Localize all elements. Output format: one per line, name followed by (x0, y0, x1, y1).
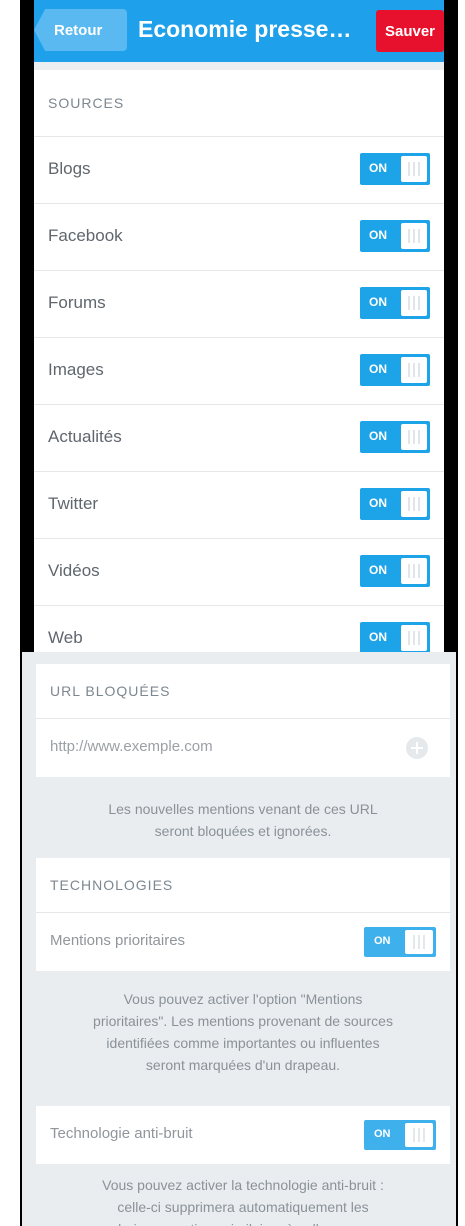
source-row-actualites: Actualités ON (34, 405, 444, 472)
blocked-url-section-header: URL BLOQUÉES (36, 664, 450, 719)
sources-group: SOURCES Blogs ON Facebook ON Forums ON I… (34, 70, 444, 652)
twitter-toggle[interactable]: ON (360, 488, 430, 520)
back-button[interactable]: Retour (34, 9, 127, 51)
back-button-label: Retour (54, 22, 103, 39)
source-row-blogs: Blogs ON (34, 137, 444, 204)
technologies-section-header: TECHNOLOGIES (36, 858, 450, 913)
toggle-state: ON (369, 295, 387, 309)
toggle-knob-icon (401, 156, 427, 182)
source-label: Images (48, 360, 104, 379)
source-row-facebook: Facebook ON (34, 204, 444, 271)
save-button[interactable]: Sauver (376, 10, 444, 52)
blocked-url-note: Les nouvelles mentions venant de ces URL… (108, 801, 378, 839)
technologies-card: TECHNOLOGIES Mentions prioritaires ON (36, 858, 450, 971)
blocked-url-input-row[interactable]: http://www.exemple.com (36, 719, 450, 777)
source-row-twitter: Twitter ON (34, 472, 444, 539)
source-row-web: Web ON (34, 606, 444, 652)
toggle-knob-icon (401, 558, 427, 584)
add-url-icon[interactable] (406, 737, 428, 759)
source-row-forums: Forums ON (34, 271, 444, 338)
blocked-url-input[interactable]: http://www.exemple.com (50, 738, 213, 755)
toggle-state: ON (369, 496, 387, 510)
source-label: Actualités (48, 427, 122, 446)
source-row-videos: Vidéos ON (34, 539, 444, 606)
settings-content: SOURCES Blogs ON Facebook ON Forums ON I… (34, 62, 444, 652)
toggle-knob-icon (405, 930, 433, 954)
facebook-toggle[interactable]: ON (360, 220, 430, 252)
toggle-state: ON (374, 1128, 391, 1140)
antinoise-card: Technologie anti-bruit ON (36, 1106, 450, 1164)
source-label: Blogs (48, 159, 91, 178)
forums-toggle[interactable]: ON (360, 287, 430, 319)
source-label: Web (48, 628, 83, 647)
toggle-state: ON (369, 161, 387, 175)
source-label: Vidéos (48, 561, 100, 580)
sources-section-header: SOURCES (34, 70, 444, 137)
source-label: Facebook (48, 226, 123, 245)
toggle-state: ON (369, 563, 387, 577)
toggle-knob-icon (401, 357, 427, 383)
technologies-screen: URL BLOQUÉES http://www.exemple.com Les … (20, 652, 458, 1226)
images-toggle[interactable]: ON (360, 354, 430, 386)
priority-mentions-row: Mentions prioritaires ON (36, 913, 450, 971)
source-label: Twitter (48, 494, 99, 513)
antinoise-note: Vous pouvez activer la technologie anti-… (91, 1177, 395, 1226)
actualites-toggle[interactable]: ON (360, 421, 430, 453)
page-title: Economie presse… (138, 16, 352, 42)
toggle-state: ON (369, 429, 387, 443)
priority-mentions-label: Mentions prioritaires (50, 932, 186, 949)
videos-toggle[interactable]: ON (360, 555, 430, 587)
priority-mentions-note: Vous pouvez activer l'option "Mentions p… (93, 991, 393, 1073)
priority-mentions-toggle[interactable]: ON (364, 927, 436, 957)
toggle-knob-icon (401, 290, 427, 316)
source-label: Forums (48, 293, 106, 312)
antinoise-toggle[interactable]: ON (364, 1120, 436, 1150)
toggle-knob-icon (401, 625, 427, 651)
web-toggle[interactable]: ON (360, 622, 430, 652)
toggle-state: ON (374, 935, 391, 947)
toggle-knob-icon (401, 424, 427, 450)
toggle-knob-icon (401, 491, 427, 517)
antinoise-label: Technologie anti-bruit (50, 1125, 193, 1142)
blocked-url-card: URL BLOQUÉES http://www.exemple.com (36, 664, 450, 777)
toggle-knob-icon (401, 223, 427, 249)
toggle-state: ON (369, 630, 387, 644)
source-row-images: Images ON (34, 338, 444, 405)
toggle-state: ON (369, 362, 387, 376)
toggle-state: ON (369, 228, 387, 242)
blogs-toggle[interactable]: ON (360, 153, 430, 185)
settings-content: URL BLOQUÉES http://www.exemple.com Les … (22, 652, 456, 1226)
navigation-bar: Retour Economie presse… Sauver (34, 0, 444, 62)
sources-screen: Retour Economie presse… Sauver SOURCES B… (20, 0, 458, 652)
antinoise-row: Technologie anti-bruit ON (36, 1106, 450, 1164)
toggle-knob-icon (405, 1123, 433, 1147)
